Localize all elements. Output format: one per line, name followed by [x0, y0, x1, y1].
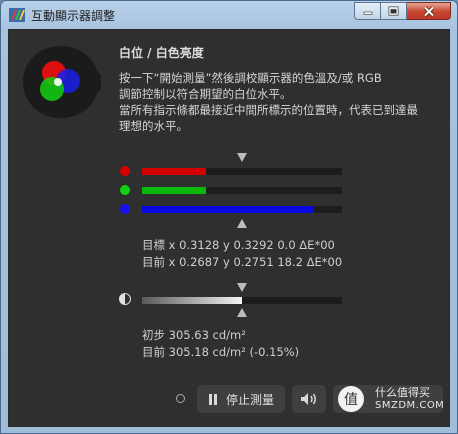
- stop-measurement-button[interactable]: 停止測量: [197, 385, 285, 413]
- green-channel-icon: [120, 185, 130, 195]
- application-window: 互動顯示器調整 白位 / 白色亮度 按一下“開始測量”然後調校顯示器的色溫及/或…: [0, 0, 458, 434]
- minimize-icon: [363, 11, 372, 15]
- rgb-target-marker-bottom: [237, 219, 247, 228]
- brightness-icon: [119, 293, 131, 305]
- window-title: 互動顯示器調整: [31, 9, 116, 23]
- luminance-marker-top: [237, 283, 247, 292]
- green-channel-fill: [142, 187, 206, 194]
- instruction-line: 按一下“開始測量”然後調校顯示器的色溫及/或 RGB: [119, 71, 382, 85]
- luminance-bar: [142, 297, 342, 304]
- green-channel-bar: [142, 187, 342, 194]
- instruction-line: 當所有指示條都最接近中間所標示的位置時，代表已到達最: [119, 103, 418, 117]
- blue-channel-fill: [142, 206, 314, 213]
- rgb-logo-icon: [23, 46, 101, 118]
- close-icon: [423, 5, 434, 17]
- watermark-text: 什么值得买: [375, 386, 430, 399]
- maximize-button[interactable]: [381, 2, 407, 20]
- pause-icon: [208, 393, 217, 405]
- minimize-button[interactable]: [354, 2, 381, 20]
- title-bar[interactable]: 互動顯示器調整: [1, 1, 457, 29]
- current-luminance-readout: 目前 305.18 cd/m² (-0.15%): [142, 345, 300, 359]
- instruction-line: 理想的水平。: [119, 119, 188, 133]
- red-channel-fill: [142, 168, 206, 175]
- blue-channel-icon: [120, 204, 130, 214]
- section-heading: 白位 / 白色亮度: [119, 46, 204, 60]
- calibration-panel: 白位 / 白色亮度 按一下“開始測量”然後調校顯示器的色溫及/或 RGB 調節控…: [8, 29, 450, 427]
- app-icon: [9, 8, 25, 22]
- close-button[interactable]: [407, 2, 451, 20]
- luminance-fill: [142, 297, 242, 304]
- window-controls: [354, 2, 451, 22]
- target-readout: 目標 x 0.3128 y 0.3292 0.0 ΔE*00: [142, 238, 335, 252]
- stop-measurement-label: 停止測量: [225, 392, 274, 407]
- sound-button[interactable]: [292, 385, 326, 413]
- status-indicator[interactable]: [176, 394, 185, 403]
- instruction-line: 調節控制以符合期望的白位水平。: [119, 87, 292, 101]
- blue-channel-bar: [142, 206, 342, 213]
- red-channel-icon: [120, 166, 130, 176]
- red-channel-bar: [142, 168, 342, 175]
- initial-luminance-readout: 初步 305.63 cd/m²: [142, 328, 246, 342]
- maximize-icon: [388, 6, 399, 16]
- luminance-marker-bottom: [237, 308, 247, 317]
- rgb-target-marker-top: [237, 153, 247, 162]
- watermark-domain: SMZDM.COM: [375, 400, 445, 411]
- svg-text:值: 值: [344, 392, 358, 408]
- instructions: 按一下“開始測量”然後調校顯示器的色溫及/或 RGB 調節控制以符合期望的白位水…: [119, 70, 439, 134]
- speaker-icon: [301, 393, 316, 405]
- current-readout: 目前 x 0.2687 y 0.2751 18.2 ΔE*00: [142, 255, 343, 269]
